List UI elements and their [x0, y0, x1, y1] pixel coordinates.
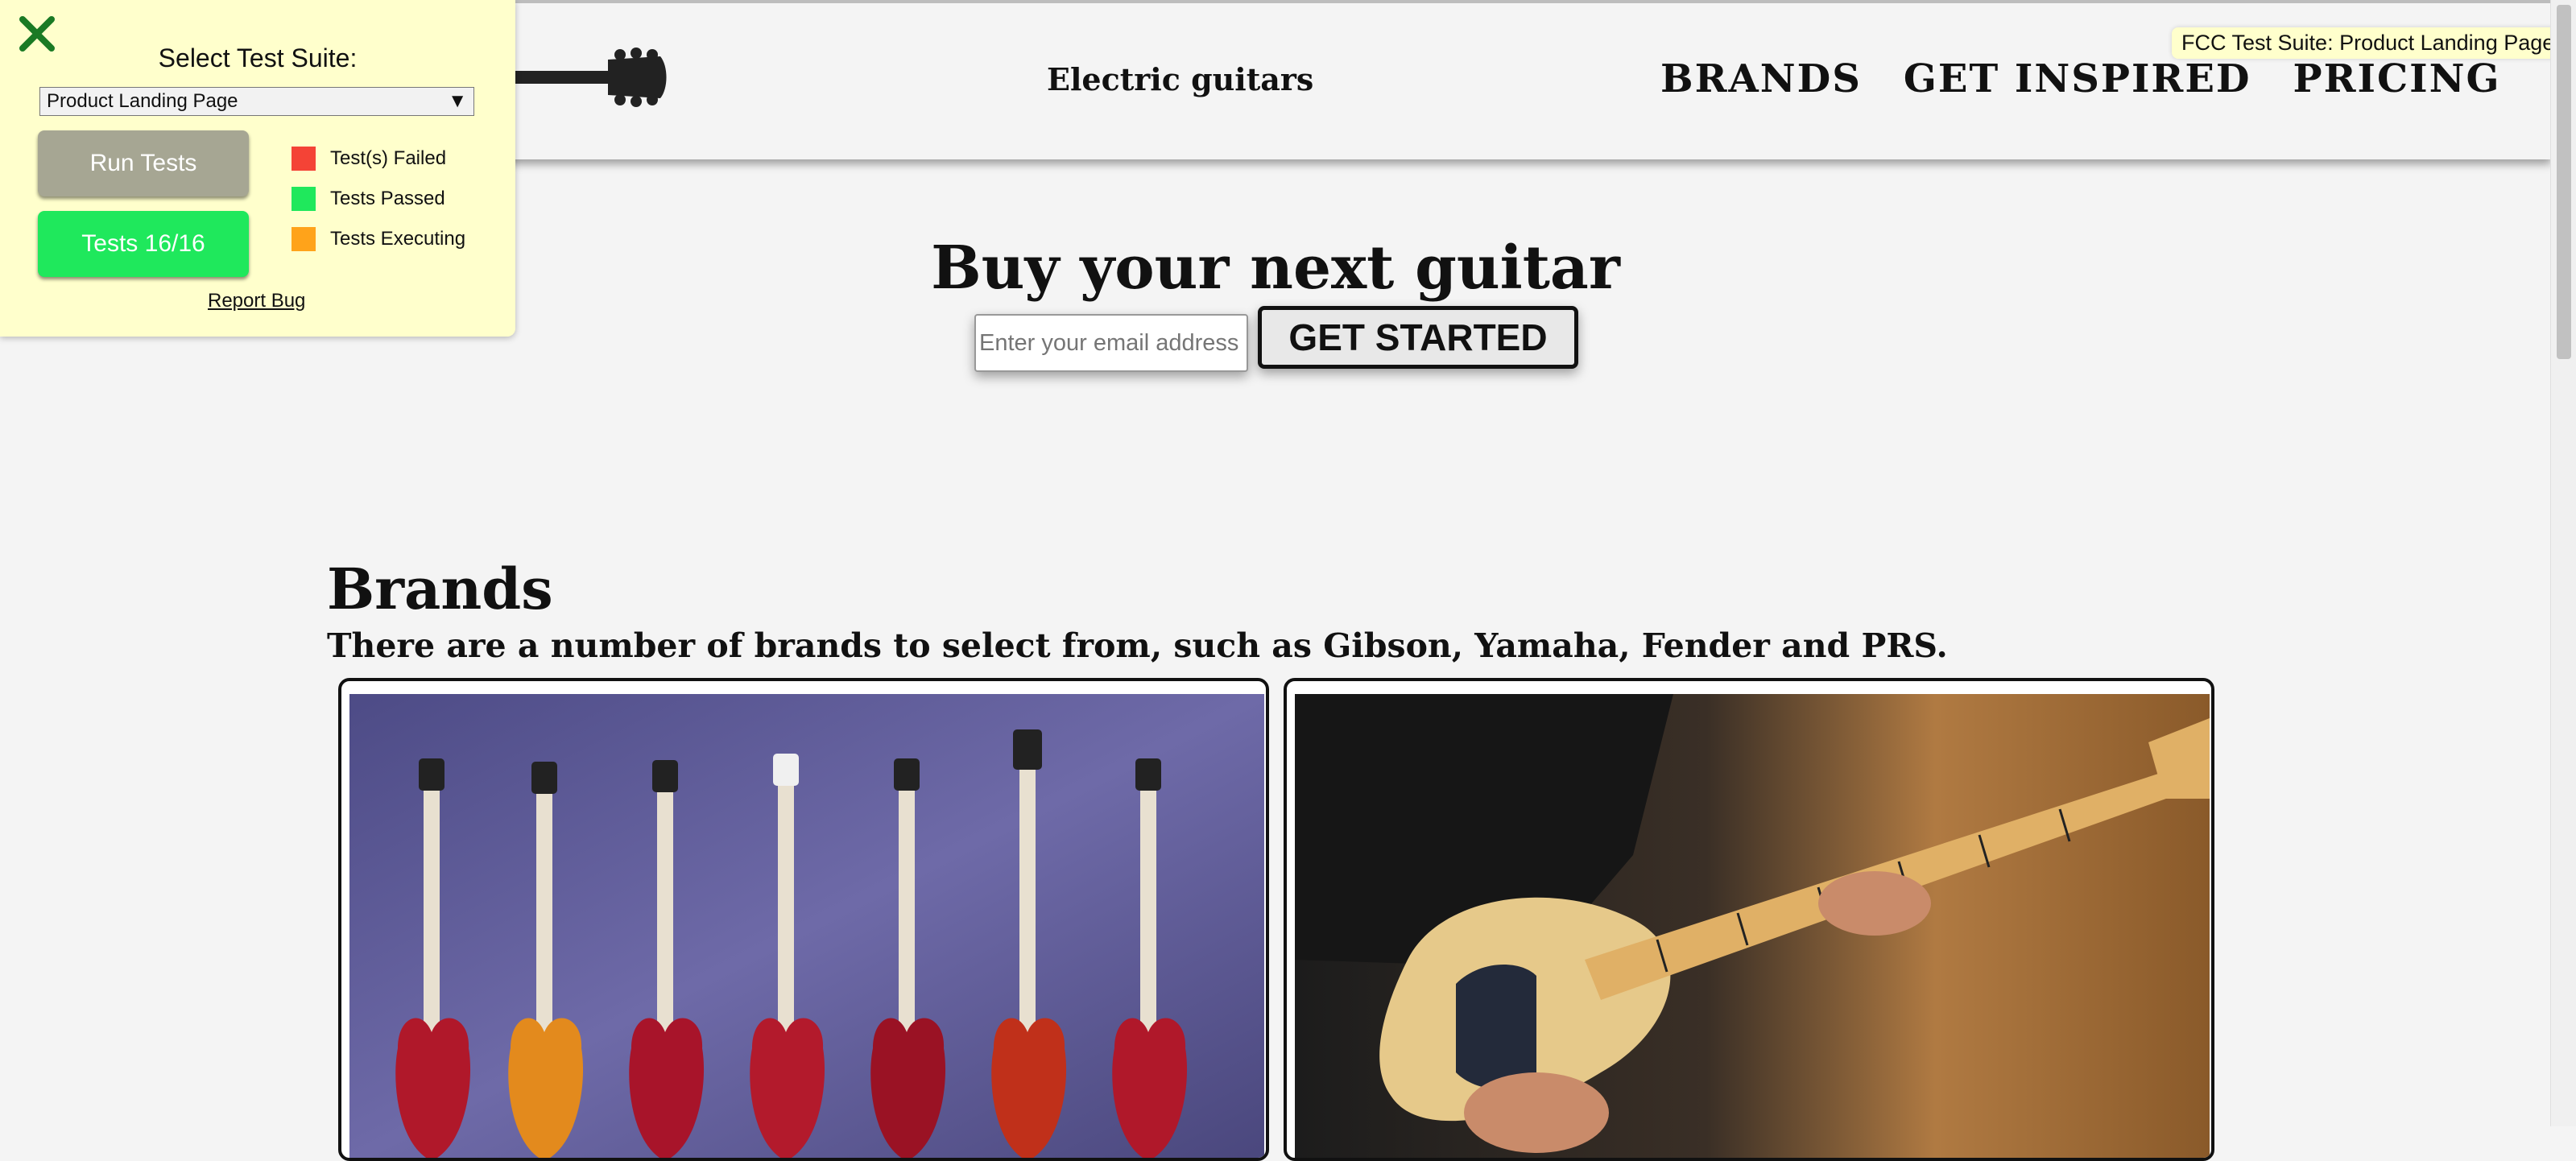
- brand-card-gibson[interactable]: [338, 678, 1269, 1161]
- brand-card-fender[interactable]: [1284, 678, 2214, 1161]
- legend-failed: Test(s) Failed: [292, 147, 446, 171]
- tests-result-button[interactable]: Tests 16/16: [38, 211, 249, 277]
- guitar-lineup-image: [349, 694, 1264, 1158]
- test-suite-label: Select Test Suite:: [158, 43, 358, 72]
- dropdown-arrow-icon: ▼: [448, 90, 467, 112]
- test-suite-selected: Product Landing Page: [47, 90, 238, 112]
- get-started-button[interactable]: GET STARTED: [1258, 306, 1578, 369]
- nav-link-pricing[interactable]: PRICING: [2293, 56, 2501, 101]
- guitarist-playing-image: [1295, 694, 2210, 1158]
- fcc-test-panel: Select Test Suite: Product Landing Page …: [0, 0, 515, 337]
- legend-passed: Tests Passed: [292, 187, 445, 211]
- failed-swatch-icon: [292, 147, 316, 171]
- legend-executing: Tests Executing: [292, 227, 465, 251]
- scrollbar-thumb[interactable]: [2557, 5, 2571, 359]
- email-input[interactable]: [974, 314, 1248, 372]
- report-bug-link[interactable]: Report Bug: [208, 290, 305, 312]
- fcc-tooltip: FCC Test Suite: Product Landing Page: [2172, 27, 2565, 59]
- test-suite-select[interactable]: Product Landing Page ▼: [39, 87, 474, 116]
- brands-heading: Brands: [327, 556, 553, 622]
- page-scrollbar[interactable]: [2550, 0, 2576, 1126]
- passed-swatch-icon: [292, 187, 316, 211]
- executing-swatch-icon: [292, 227, 316, 251]
- nav-link-brands[interactable]: BRANDS: [1660, 56, 1862, 101]
- main-nav: BRANDS GET INSPIRED PRICING: [1660, 56, 2501, 101]
- nav-link-get-inspired[interactable]: GET INSPIRED: [1904, 56, 2251, 101]
- site-title: Electric guitars: [1047, 61, 1314, 97]
- brands-description: There are a number of brands to select f…: [327, 626, 1948, 665]
- run-tests-button[interactable]: Run Tests: [38, 130, 249, 196]
